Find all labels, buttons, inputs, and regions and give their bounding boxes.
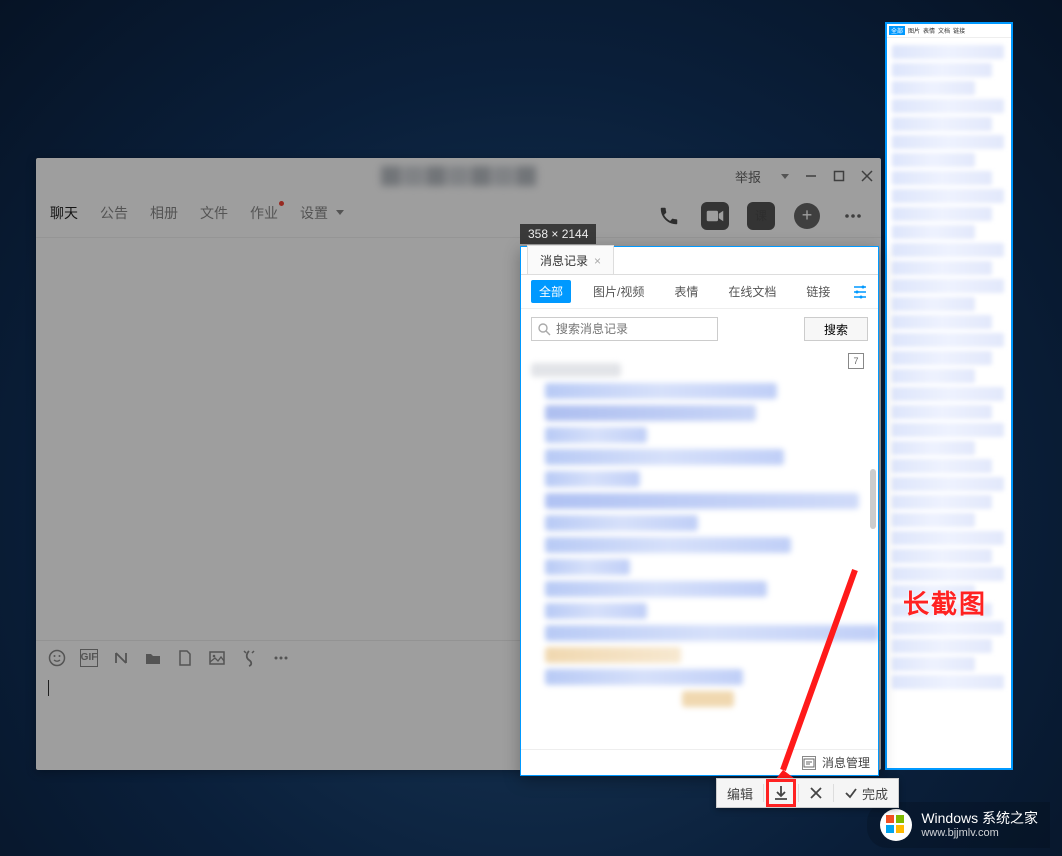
search-icon bbox=[537, 322, 551, 336]
image-icon[interactable] bbox=[208, 649, 226, 667]
report-link[interactable]: 举报 bbox=[735, 167, 761, 186]
filter-all[interactable]: 全部 bbox=[531, 280, 571, 303]
filter-docs[interactable]: 在线文档 bbox=[720, 280, 784, 303]
tab-chat[interactable]: 聊天 bbox=[50, 203, 78, 229]
video-call-icon[interactable] bbox=[701, 202, 729, 230]
windows-logo-icon bbox=[879, 808, 913, 842]
check-icon bbox=[844, 786, 858, 800]
filter-emoji[interactable]: 表情 bbox=[666, 280, 706, 303]
long-screenshot-preview: 全部图片表情文档链接 长截图 bbox=[885, 22, 1013, 770]
voice-call-icon[interactable] bbox=[655, 202, 683, 230]
history-search-button[interactable]: 搜索 bbox=[804, 317, 868, 341]
shake-icon[interactable] bbox=[240, 649, 258, 667]
group-tabs-bar: 聊天 公告 相册 文件 作业 设置 课 + bbox=[36, 194, 881, 238]
tab-settings[interactable]: 设置 bbox=[300, 203, 344, 229]
emoji-icon[interactable] bbox=[48, 649, 66, 667]
screenshot-dimension-label: 358 × 2144 bbox=[520, 224, 596, 244]
window-title-bar: 举报 bbox=[36, 158, 881, 194]
screenshot-toolbar: 编辑 完成 bbox=[716, 778, 899, 808]
dropdown-icon[interactable] bbox=[777, 170, 789, 182]
minimize-icon[interactable] bbox=[805, 170, 817, 182]
tab-homework[interactable]: 作业 bbox=[250, 203, 278, 229]
maximize-icon[interactable] bbox=[833, 170, 845, 182]
history-search-input[interactable] bbox=[531, 317, 718, 341]
history-scrollbar[interactable] bbox=[870, 469, 876, 529]
watermark: Windows 系统之家 www.bjjmlv.com bbox=[867, 802, 1050, 848]
screenshot-cancel-button[interactable] bbox=[799, 779, 833, 807]
screenshot-done-button[interactable]: 完成 bbox=[834, 779, 898, 807]
close-icon[interactable] bbox=[861, 170, 873, 182]
message-history-panel: 消息记录 × 全部 图片/视频 表情 在线文档 链接 搜索 7 bbox=[520, 246, 879, 776]
gif-icon[interactable]: GIF bbox=[80, 649, 98, 667]
history-message-list[interactable]: 7 bbox=[521, 349, 878, 749]
long-screenshot-label: 长截图 bbox=[903, 584, 987, 621]
folder-icon[interactable] bbox=[144, 649, 162, 667]
filter-settings-icon[interactable] bbox=[852, 284, 868, 300]
screenshot-edit-button[interactable]: 编辑 bbox=[717, 779, 763, 807]
screenshot-icon[interactable] bbox=[112, 649, 130, 667]
download-icon bbox=[772, 784, 790, 802]
calendar-icon[interactable]: 7 bbox=[848, 353, 864, 369]
tab-album[interactable]: 相册 bbox=[150, 203, 178, 229]
more-tools-icon[interactable] bbox=[272, 649, 290, 667]
filter-media[interactable]: 图片/视频 bbox=[585, 280, 652, 303]
tab-notice[interactable]: 公告 bbox=[100, 203, 128, 229]
screenshot-save-button[interactable] bbox=[766, 779, 796, 807]
more-icon[interactable] bbox=[839, 202, 867, 230]
history-tab[interactable]: 消息记录 × bbox=[527, 245, 614, 274]
tab-files[interactable]: 文件 bbox=[200, 203, 228, 229]
course-button[interactable]: 课 bbox=[747, 202, 775, 230]
close-icon bbox=[809, 786, 823, 800]
window-title-blurred bbox=[381, 166, 536, 186]
close-history-tab-icon[interactable]: × bbox=[594, 254, 601, 268]
send-file-icon[interactable] bbox=[176, 649, 194, 667]
add-button[interactable]: + bbox=[793, 202, 821, 230]
message-manage-link[interactable]: 消息管理 bbox=[822, 754, 870, 771]
filter-links[interactable]: 链接 bbox=[798, 280, 838, 303]
message-manage-icon bbox=[802, 756, 816, 770]
